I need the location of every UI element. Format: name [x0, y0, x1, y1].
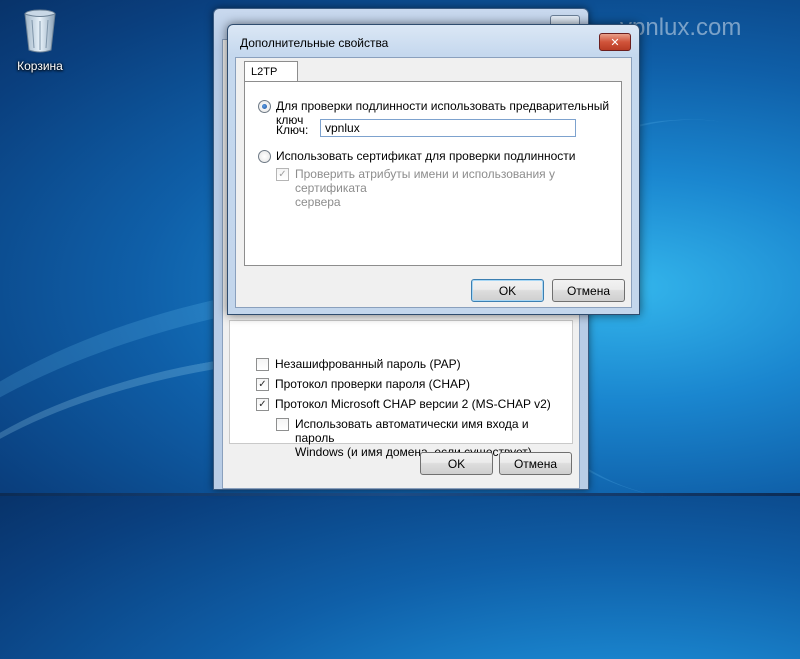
radio-selected-dot: [262, 104, 267, 109]
verify-attributes-option[interactable]: ✓ Проверить атрибуты имени и использован…: [276, 167, 606, 209]
cancel-button[interactable]: Отмена: [552, 279, 625, 302]
l2tp-tab-panel: Для проверки подлинности использовать пр…: [244, 81, 622, 266]
radio-psk[interactable]: [258, 100, 271, 113]
option-chap[interactable]: ✓ Протокол проверки пароля (CHAP): [256, 377, 470, 391]
verify-line2: сервера: [295, 195, 341, 209]
background-ok-button[interactable]: OK: [420, 452, 493, 475]
advanced-properties-dialog: Дополнительные свойства ✕ L2TP Для прове…: [227, 24, 640, 315]
dialog-body: L2TP Для проверки подлинности использова…: [235, 57, 632, 308]
recycle-bin-label: Корзина: [17, 59, 63, 73]
auto-logon-line2: Windows (и имя домена, если существует): [295, 445, 532, 459]
close-button[interactable]: ✕: [599, 33, 631, 51]
auth-options-panel: Незашифрованный пароль (PAP) ✓ Протокол …: [229, 320, 573, 459]
option-pap-label: Незашифрованный пароль (PAP): [275, 357, 461, 371]
ok-button[interactable]: OK: [471, 279, 544, 302]
close-icon: ✕: [610, 36, 620, 49]
key-label: Ключ:: [276, 123, 309, 137]
checkbox-verify-attributes[interactable]: ✓: [276, 168, 289, 181]
option-mschapv2[interactable]: ✓ Протокол Microsoft CHAP версии 2 (MS-C…: [256, 397, 551, 411]
tab-l2tp[interactable]: L2TP: [244, 61, 298, 81]
recycle-bin-icon: [24, 9, 56, 53]
auto-logon-line1: Использовать автоматически имя входа и п…: [295, 417, 529, 445]
option-chap-label: Протокол проверки пароля (CHAP): [275, 377, 471, 391]
option-pap[interactable]: Незашифрованный пароль (PAP): [256, 357, 461, 371]
radio-cert-option[interactable]: Использовать сертификат для проверки под…: [258, 149, 575, 163]
radio-cert-label: Использовать сертификат для проверки под…: [276, 149, 576, 163]
radio-cert[interactable]: [258, 150, 271, 163]
recycle-bin-shortcut[interactable]: Корзина: [10, 6, 70, 73]
checkbox-auto-logon[interactable]: [276, 418, 289, 431]
verify-line1: Проверить атрибуты имени и использования…: [295, 167, 556, 195]
key-input[interactable]: vpnlux: [320, 119, 576, 137]
checkbox-pap[interactable]: [256, 358, 269, 371]
checkbox-mschapv2[interactable]: ✓: [256, 398, 269, 411]
dialog-title: Дополнительные свойства: [240, 36, 389, 50]
background-cancel-button[interactable]: Отмена: [499, 452, 572, 475]
checkbox-chap[interactable]: ✓: [256, 378, 269, 391]
option-mschapv2-label: Протокол Microsoft CHAP версии 2 (MS-CHA…: [275, 397, 551, 411]
